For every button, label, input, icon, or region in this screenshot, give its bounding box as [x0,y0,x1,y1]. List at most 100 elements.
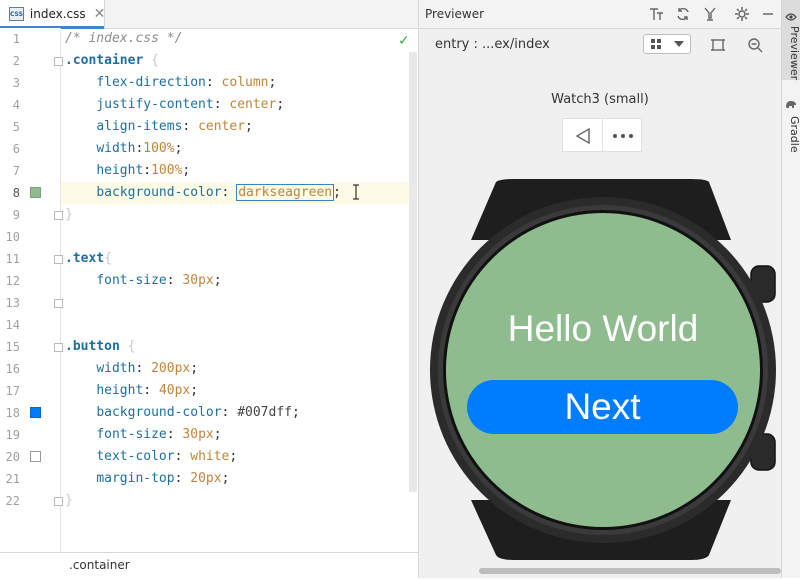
previewer-toolbar: entry : ...ex/index [419,29,781,61]
selector-container: .container [65,53,144,68]
prop-flex-direction: flex-direction [96,75,206,90]
refresh-icon[interactable] [675,6,691,22]
prop-font-size: font-size [96,427,167,442]
close-brace: } [65,493,73,508]
next-button[interactable]: Next [467,380,738,434]
line-number: 18 [5,406,20,420]
gradle-elephant-icon [786,101,796,108]
prop-height: height [96,383,144,398]
prop-width: width [96,361,136,376]
color-swatch-darkseagreen[interactable] [30,187,41,198]
value-center: center [229,97,277,112]
line-number: 15 [5,340,20,354]
previewer-scrollbar[interactable] [479,568,781,574]
open-brace: { [151,53,159,68]
fit-screen-icon[interactable] [710,37,726,53]
close-brace: } [65,207,73,222]
code-editor-pane: CSS index.css ✕ 1 2 3 4 5 6 7 8 9 10 11 … [0,0,419,579]
line-number: 16 [5,362,20,376]
line-number: 5 [12,120,20,134]
value-column: column [221,75,269,90]
previewer-pane: Previewer entry : ...ex/index Watch3 (sm… [419,0,781,578]
text-cursor-icon [353,184,359,200]
watch-frame [430,179,776,560]
tab-index-css[interactable]: CSS index.css ✕ [0,0,106,29]
hello-world-text: Hello World [507,308,699,349]
prop-align-items: align-items [96,119,183,134]
line-number: 13 [5,296,20,310]
zoom-out-icon[interactable] [747,37,763,53]
line-number: 14 [5,318,20,332]
value-100: 100% [151,163,183,178]
tab-previewer[interactable]: Previewer [782,26,800,80]
value-white: white [190,449,230,464]
plugin-icon[interactable] [702,6,718,22]
value-40px: 40px [158,383,191,398]
code-comment: /* index.css */ [65,31,183,46]
value-30px: 30px [182,273,214,288]
line-number: 21 [5,472,20,486]
layout-dropdown-button[interactable] [643,34,691,54]
code-area[interactable]: /* index.css */ .container { flex-direct… [61,28,409,552]
line-number: 9 [12,208,20,222]
css-file-icon: CSS [9,7,24,21]
line-number: 3 [12,76,20,90]
editor-tab-bar: CSS index.css ✕ [0,0,418,29]
open-brace: { [127,339,136,354]
value-20px: 20px [190,471,222,486]
line-number-gutter: 1 2 3 4 5 6 7 8 9 10 11 12 13 14 15 16 1… [0,28,63,552]
previewer-header: Previewer [419,0,781,29]
line-number: 11 [5,252,20,266]
prop-margin-top: margin-top [96,471,175,486]
line-number: 22 [5,494,20,508]
color-swatch-blue[interactable] [30,407,41,418]
value-30px: 30px [182,427,214,442]
back-triangle-icon[interactable] [574,127,592,145]
value-100: 100% [143,141,175,156]
line-number: 12 [5,274,20,288]
value-hex-blue: #007dff [237,405,292,420]
tab-gradle[interactable]: Gradle [782,114,800,154]
prop-width: width [96,141,136,156]
line-number-current: 8 [12,186,20,200]
control-divider [602,119,603,151]
line-number: 4 [12,98,20,112]
line-number: 1 [12,32,20,46]
tool-window-strip: Previewer Gradle [781,0,800,578]
line-number: 2 [12,54,20,68]
prop-background-color: background-color [96,185,222,200]
value-center: center [198,119,246,134]
selector-button: .button [65,339,120,354]
device-name-label: Watch3 (small) [551,92,649,107]
line-number: 20 [5,450,20,464]
tab-label: index.css [29,7,86,21]
breadcrumb[interactable]: .container [0,552,418,579]
line-number: 19 [5,428,20,442]
open-brace: { [104,251,112,266]
chevron-down-icon [674,41,684,47]
more-options-icon[interactable] [612,133,634,139]
tab-close-icon[interactable]: ✕ [94,7,106,21]
value-200px: 200px [151,361,191,376]
previewer-title: Previewer [425,7,485,21]
selector-text: .text [65,251,105,266]
grid-icon [651,39,661,49]
line-number: 7 [12,164,20,178]
device-control-bar [562,118,642,152]
no-errors-check-icon[interactable]: ✓ [398,33,410,49]
breadcrumb-item[interactable]: .container [69,558,130,572]
value-darkseagreen-highlighted[interactable]: darkseagreen [236,184,335,201]
font-size-icon[interactable] [648,6,664,22]
line-number: 6 [12,142,20,156]
editor-scrollbar[interactable] [409,52,417,492]
color-swatch-white[interactable] [30,451,41,462]
minimize-icon[interactable] [760,6,776,22]
entry-path-label: entry : ...ex/index [435,37,550,52]
line-number: 10 [5,230,20,244]
prop-text-color: text-color [96,449,175,464]
eye-icon [785,13,797,21]
line-number: 17 [5,384,20,398]
prop-height: height [96,163,144,178]
settings-gear-icon[interactable] [734,6,750,22]
prop-font-size: font-size [96,273,167,288]
